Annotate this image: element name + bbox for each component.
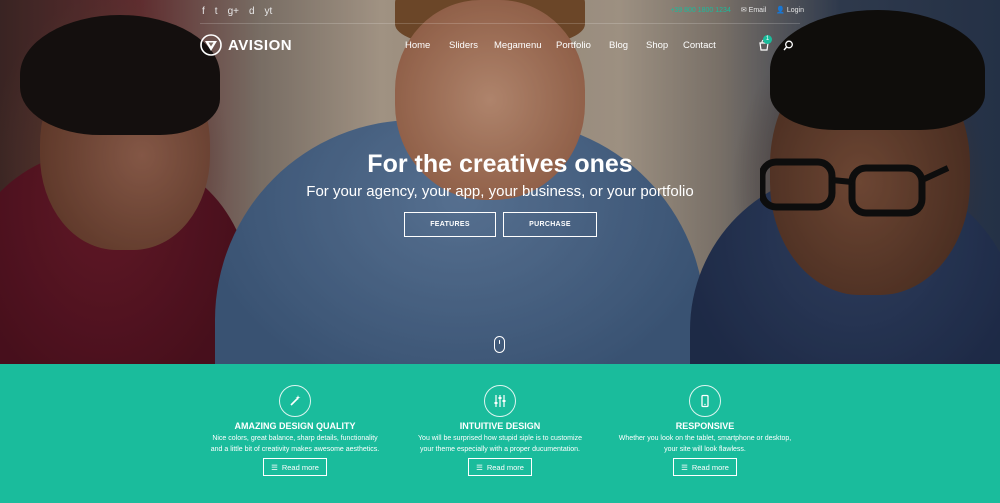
sliders-icon [484,385,516,417]
top-bar: f t g+ d yt +39 800 1800 1234 ✉ Email 👤 … [0,0,1000,24]
read-more-label: Read more [486,462,524,472]
read-more-button[interactable]: ☰ Read more [468,458,532,476]
feature-description-line: You will be surprised how stupid siple i… [418,435,582,442]
hero-overlay [0,0,1000,364]
purchase-button[interactable]: PURCHASE [503,212,597,237]
list-icon: ☰ [681,462,688,472]
youtube-icon[interactable]: yt [265,6,273,18]
hero-title: For the creatives ones [367,150,633,178]
feature-description: You will be surprised how stupid siple i… [400,433,600,455]
brand-name: AVISION [228,36,293,54]
twitter-icon[interactable]: t [215,6,218,18]
email-label: Email [748,7,767,14]
feature-description-line: your theme especially with a proper ducu… [420,446,580,453]
hero-subtitle: For your agency, your app, your business… [306,183,694,200]
hero-section [0,0,1000,364]
feature-description: Whether you look on the tablet, smartpho… [605,433,805,455]
logo-icon [200,34,222,56]
contact-info: +39 800 1800 1234 ✉ Email 👤 Login [670,6,804,15]
feature-description-line: and a little bit of creativity makes awe… [210,446,380,453]
login-link[interactable]: 👤 Login [776,6,804,14]
cart-count-badge: 1 [763,35,772,44]
nav-item-megamenu[interactable]: Megamenu [494,40,542,51]
read-more-button[interactable]: ☰ Read more [263,458,327,476]
list-icon: ☰ [271,462,278,472]
phone-number[interactable]: +39 800 1800 1234 [670,7,731,14]
feature-description: Nice colors, great balance, sharp detail… [195,433,395,455]
dribbble-icon[interactable]: d [249,6,255,18]
mobile-icon [689,385,721,417]
read-more-label: Read more [281,462,319,472]
feature-title: RESPONSIVE [675,421,735,431]
read-more-label: Read more [691,462,729,472]
site-logo[interactable]: AVISION [200,34,292,56]
feature-title: AMAZING DESIGN QUALITY [234,421,356,431]
nav-item-contact[interactable]: Contact [683,40,716,51]
feature-description-line: Nice colors, great balance, sharp detail… [212,435,378,442]
nav-item-sliders[interactable]: Sliders [449,40,478,51]
read-more-button[interactable]: ☰ Read more [673,458,737,476]
facebook-icon[interactable]: f [202,6,205,18]
divider [200,23,800,24]
features-section: AMAZING DESIGN QUALITY Nice colors, grea… [0,364,1000,503]
feature-description-line: Whether you look on the tablet, smartpho… [618,435,792,442]
search-icon[interactable] [783,40,794,51]
feature-description-line: your site will look flawless. [664,446,746,453]
nav-item-home[interactable]: Home [405,40,430,51]
nav-item-shop[interactable]: Shop [646,40,668,51]
scroll-down-mouse-icon[interactable] [494,336,505,353]
social-links: f t g+ d yt [202,6,272,18]
google-plus-icon[interactable]: g+ [228,6,239,18]
email-link[interactable]: ✉ Email [741,6,766,14]
feature-title: INTUITIVE DESIGN [459,421,541,431]
login-label: Login [786,7,804,14]
nav-item-blog[interactable]: Blog [609,40,628,51]
list-icon: ☰ [476,462,483,472]
features-button[interactable]: FEATURES [404,212,496,237]
nav-item-portfolio[interactable]: Portfolio [556,40,591,51]
magic-wand-icon [279,385,311,417]
